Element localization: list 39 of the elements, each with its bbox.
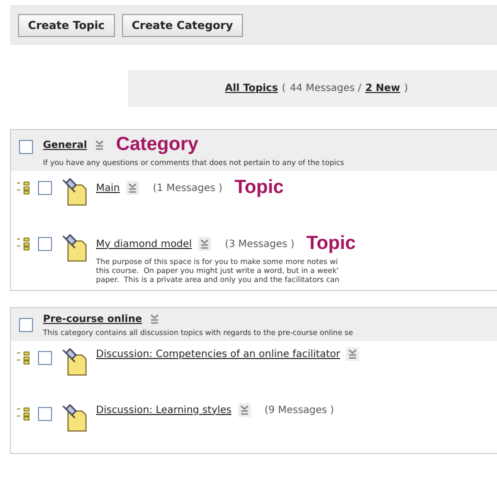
topic-link[interactable]: My diamond model — [96, 238, 192, 250]
paren: ) — [404, 83, 408, 94]
message-total: 44 Messages / — [290, 83, 362, 94]
checkbox[interactable] — [38, 181, 52, 195]
annotation-label: Topic — [306, 233, 356, 255]
message-count: (1 Messages ) — [152, 182, 222, 194]
annotation-label: Category — [116, 134, 198, 156]
checkbox[interactable] — [38, 351, 52, 365]
checkbox[interactable] — [19, 318, 33, 332]
toolbar-button[interactable]: Create Topic — [18, 14, 115, 36]
dropdown-icon[interactable] — [238, 403, 251, 417]
category-link[interactable]: Pre-course online — [43, 314, 142, 324]
document-pin-icon — [60, 233, 88, 263]
dropdown-icon[interactable] — [93, 138, 106, 152]
new-messages-link[interactable]: 2 New — [365, 83, 400, 94]
topic-link[interactable]: Discussion: Competencies of an online facilitator — [96, 348, 340, 360]
checkbox[interactable] — [38, 407, 52, 421]
paren: ( — [282, 83, 286, 94]
all-topics-link[interactable]: All Topics — [225, 83, 278, 94]
toolbar-button[interactable]: Create Category — [122, 14, 243, 36]
tree-icon[interactable] — [16, 351, 30, 365]
message-count: (9 Messages ) — [264, 404, 334, 416]
checkbox[interactable] — [19, 140, 33, 154]
topic-link[interactable]: Discussion: Learning styles — [96, 404, 232, 416]
tree-icon[interactable] — [16, 237, 30, 251]
document-pin-icon — [60, 347, 88, 377]
tree-icon[interactable] — [16, 181, 30, 195]
dropdown-icon[interactable] — [346, 347, 360, 361]
dropdown-icon[interactable] — [148, 312, 162, 326]
message-count: (3 Messages ) — [224, 238, 294, 250]
document-pin-icon — [60, 177, 88, 207]
dropdown-icon[interactable] — [198, 237, 211, 251]
tree-icon[interactable] — [16, 407, 30, 421]
annotation-label: Topic — [234, 177, 284, 199]
checkbox[interactable] — [38, 237, 52, 251]
dropdown-icon[interactable] — [126, 181, 139, 195]
document-pin-icon — [60, 403, 88, 433]
category-link[interactable]: General — [43, 140, 87, 150]
topic-link[interactable]: Main — [96, 182, 120, 194]
